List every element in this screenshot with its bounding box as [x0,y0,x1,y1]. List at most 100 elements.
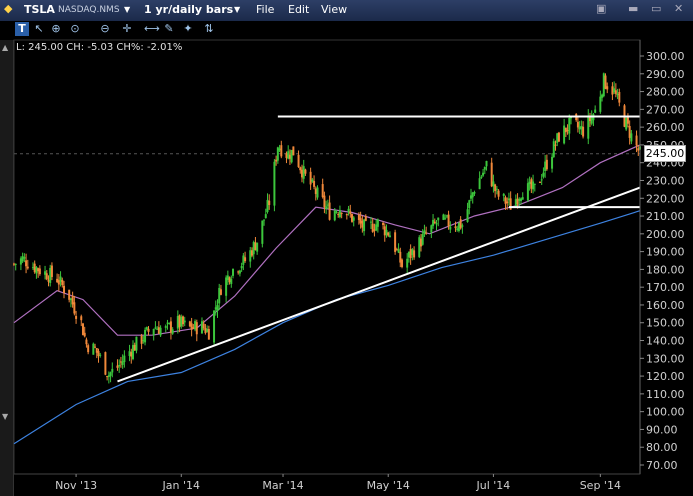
candle-body [228,277,231,283]
candle-body [254,242,257,251]
y-tick-label: 110.00 [646,388,685,401]
candle-body [521,197,524,200]
candle-body [23,257,26,259]
y-tick-label: 170.00 [646,281,685,294]
y-tick-label: 180.00 [646,263,685,276]
y-tick-label: 290.00 [646,68,685,81]
candle-body [299,167,302,171]
x-tick-label: Jul '14 [476,479,511,492]
candle-body [75,315,78,319]
candle-body [532,181,535,190]
candle-body [147,328,150,332]
last-price-tag: 245.00 [644,145,686,162]
candle-body [601,94,604,98]
candle-body [432,219,435,226]
candle-body [190,323,193,330]
candle-body [280,145,283,157]
y-tick-label: 200.00 [646,228,685,241]
y-tick-label: 100.00 [646,406,685,419]
candle-body [494,184,497,192]
candle-body [287,151,290,159]
candle-body [314,188,317,194]
candle-body [507,198,510,201]
candle-body [347,208,350,213]
candle-body [530,179,533,189]
candle-body [395,249,398,251]
candle-body [309,171,312,185]
candle-body [335,211,338,213]
candle-body [268,200,271,205]
x-tick-label: Mar '14 [262,479,303,492]
candle-body [502,193,505,196]
grid-lines [13,39,641,475]
candle-body [411,249,414,255]
candle-body [552,141,555,158]
candle-body [144,329,147,343]
candle-body [316,187,319,198]
candle-body [397,249,400,253]
candle-body [195,322,198,335]
candle-body [625,117,628,130]
candle-body [473,192,476,194]
candle-body [313,181,316,187]
candle-body [628,126,631,138]
candle-body [401,259,404,267]
candle-body [364,216,367,221]
candle-body [13,263,15,265]
x-tick-label: Sep '14 [580,479,621,492]
candle-body [594,109,597,113]
candle-body [49,267,52,283]
candle-body [250,250,253,256]
candle-body [59,276,62,282]
candle-body [626,116,629,124]
candle-body [533,183,536,185]
candle-body [457,222,460,231]
candle-body [92,343,95,355]
candle-body [180,316,183,327]
candle-body [371,223,374,232]
candle-body [169,321,172,333]
candle-body [340,212,343,215]
y-tick-label: 210.00 [646,210,685,223]
y-tick-label: 280.00 [646,86,685,99]
candle-body [323,195,326,208]
candle-body [87,345,90,353]
candle-body [275,159,278,162]
candle-body [495,188,498,190]
candle-body [478,178,481,190]
candle-body [468,200,471,209]
candle-body [207,329,210,340]
candle-body [437,217,440,221]
candle-body [604,75,607,89]
candle-body [264,214,267,219]
candle-body [140,335,143,344]
candle-body [276,147,279,161]
candle-body [135,336,138,351]
y-tick-label: 120.00 [646,370,685,383]
candle-body [482,172,485,176]
candle-body [563,125,566,144]
candle-body [95,348,98,353]
candle-body [238,270,241,274]
candle-body [376,219,379,227]
candle-body [363,219,366,232]
candle-body [288,154,291,159]
candle-body [240,266,243,269]
candle-body [37,268,40,272]
candle-body [556,133,559,143]
candle-body [99,354,102,356]
candle-body [375,224,378,231]
candle-body [73,302,76,314]
candle-body [538,181,541,183]
candle-body [345,213,348,216]
candle-body [232,268,235,276]
candle-body [152,329,155,336]
candle-body [456,228,459,230]
candle-body [83,332,86,337]
candle-body [480,176,483,178]
candle-body [469,195,472,199]
x-tick-label: May '14 [367,479,410,492]
candle-body [130,352,133,357]
candle-body [225,277,228,296]
candle-body [492,181,495,187]
